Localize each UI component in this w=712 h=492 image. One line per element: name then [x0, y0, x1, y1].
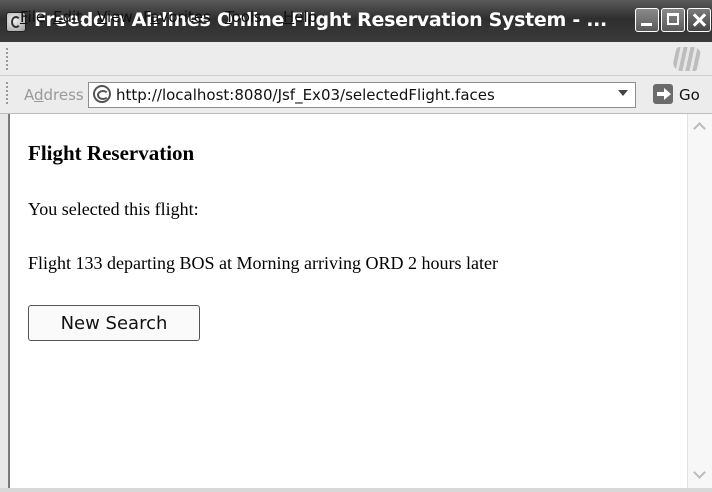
flight-details: Flight 133 departing BOS at Morning arri… [28, 253, 498, 273]
menu-edit[interactable]: Edit [53, 8, 82, 26]
address-label: Address [24, 86, 84, 104]
page-icon [93, 85, 111, 103]
scroll-down-icon[interactable] [688, 464, 712, 486]
page-viewport [8, 114, 687, 488]
maximize-button[interactable] [661, 8, 685, 32]
go-button[interactable]: Go [679, 86, 700, 104]
selected-flight-label: You selected this flight: [28, 199, 199, 219]
menu-view[interactable]: View [97, 8, 133, 26]
browser-window: Freedom Airlines Online Flight Reservati… [0, 0, 712, 492]
page-title: Flight Reservation [28, 141, 195, 165]
minimize-button[interactable] [635, 8, 659, 32]
address-url[interactable]: http://localhost:8080/Jsf_Ex03/selectedF… [116, 86, 495, 104]
new-search-button[interactable]: New Search [28, 305, 200, 341]
address-grip [6, 82, 11, 104]
window-bottom-edge [0, 488, 712, 492]
menu-help[interactable]: Help [283, 8, 317, 26]
go-arrow-icon[interactable] [653, 84, 673, 104]
menu-favorites[interactable]: Favorites [143, 8, 211, 26]
toolbar-grip [6, 48, 11, 70]
vertical-scrollbar[interactable] [687, 114, 712, 488]
menu-bar [0, 42, 712, 76]
close-button[interactable] [687, 8, 711, 32]
menu-file[interactable]: File [20, 8, 45, 26]
address-dropdown-icon[interactable] [618, 90, 628, 96]
scroll-up-icon[interactable] [688, 116, 712, 138]
windows-logo-icon [671, 47, 703, 71]
menu-tools[interactable]: Tools [225, 8, 262, 26]
